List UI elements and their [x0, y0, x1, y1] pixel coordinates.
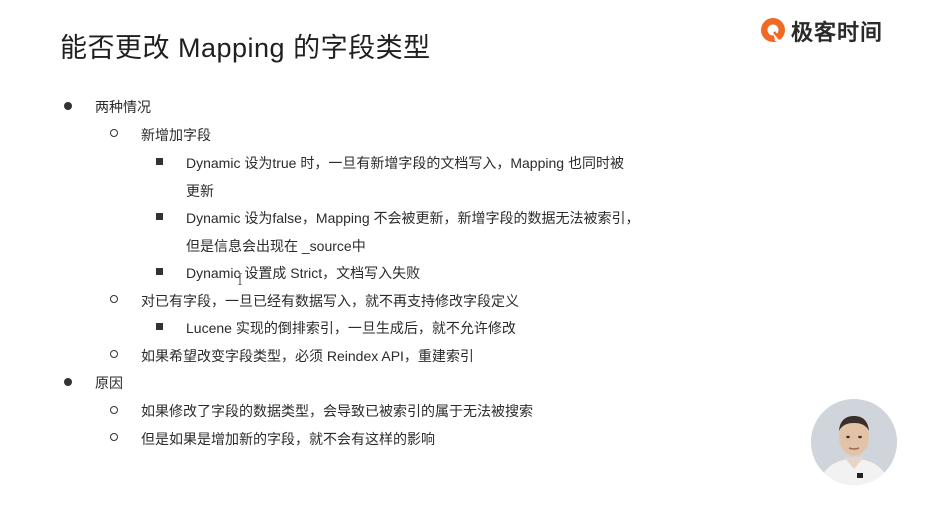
slide: 能否更改 Mapping 的字段类型 极客时间 两种情况 新增加字段 Dynam… [0, 0, 931, 507]
bullet-disc [64, 378, 72, 386]
geektime-logo-icon [760, 18, 785, 42]
bullet-text-dynamic-false-2: 但是信息会出现在 _source中 [186, 238, 366, 254]
bullet-text-reason: 原因 [95, 375, 123, 391]
bullet-text-reindex: 如果希望改变字段类型，必须 Reindex API，重建索引 [141, 348, 474, 364]
bullet-text-modify-type: 如果修改了字段的数据类型，会导致已被索引的属于无法被搜索 [141, 403, 533, 419]
slide-title: 能否更改 Mapping 的字段类型 [60, 33, 431, 63]
bullet-circle [110, 433, 118, 441]
bullet-text-new-field: 新增加字段 [141, 127, 211, 143]
text-cursor-icon [238, 273, 242, 285]
bullet-text-two-cases: 两种情况 [95, 99, 151, 115]
bullet-disc [64, 102, 72, 110]
bullet-circle [110, 129, 118, 137]
bullet-circle [110, 295, 118, 303]
bullet-text-dynamic-true-2: 更新 [186, 183, 214, 199]
logo-text: 极客时间 [790, 20, 883, 45]
presenter-avatar [811, 399, 897, 485]
bullet-square [156, 213, 163, 220]
bullet-square [156, 268, 163, 275]
geektime-logo: 极客时间 [759, 15, 883, 47]
bullet-text-dynamic-strict: Dynamic 设置成 Strict，文档写入失败 [186, 265, 421, 281]
bullet-square [156, 323, 163, 330]
bullet-text-dynamic-false-1: Dynamic 设为false，Mapping 不会被更新，新增字段的数据无法被… [186, 210, 640, 226]
bullet-circle [110, 406, 118, 414]
bullet-circle [110, 350, 118, 358]
bullet-text-existing-field: 对已有字段，一旦已经有数据写入，就不再支持修改字段定义 [141, 293, 519, 309]
bullet-text-dynamic-true-1: Dynamic 设为true 时，一旦有新增字段的文档写入，Mapping 也同… [186, 155, 624, 171]
bullet-text-add-field: 但是如果是增加新的字段，就不会有这样的影响 [141, 431, 435, 447]
bullet-text-lucene: Lucene 实现的倒排索引，一旦生成后，就不允许修改 [186, 320, 516, 336]
bullet-square [156, 158, 163, 165]
presenter-avatar-icon [811, 399, 897, 485]
